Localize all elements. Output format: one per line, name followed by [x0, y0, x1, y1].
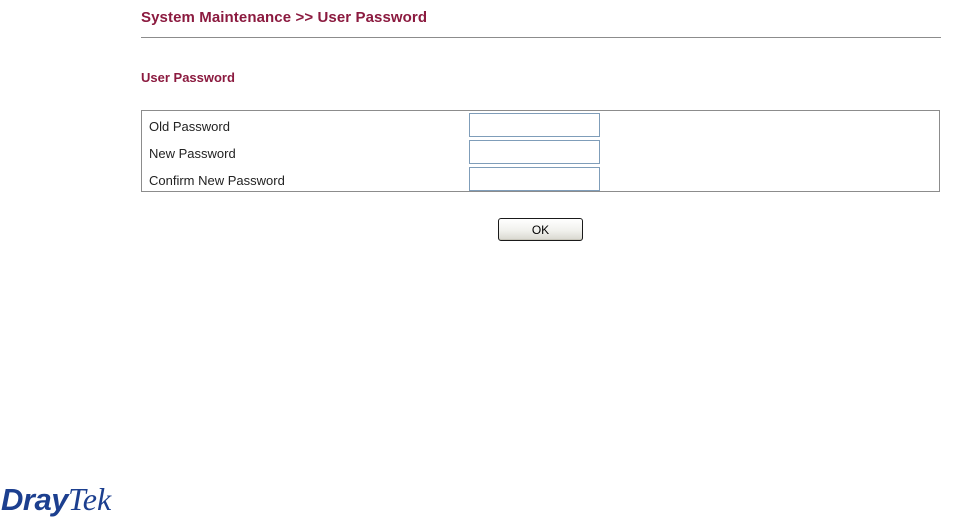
old-password-label: Old Password [149, 119, 230, 134]
section-title: User Password [141, 70, 235, 85]
confirm-password-label: Confirm New Password [149, 173, 285, 188]
confirm-password-row: Confirm New Password [142, 166, 939, 193]
title-divider [141, 37, 941, 38]
page-title: System Maintenance >> User Password [141, 9, 428, 26]
logo-text-tek: Tek [67, 481, 112, 517]
new-password-label: New Password [149, 146, 236, 161]
new-password-input[interactable] [469, 140, 600, 164]
old-password-input[interactable] [469, 113, 600, 137]
draytek-logo: DrayTek [1, 483, 111, 517]
old-password-row: Old Password [142, 112, 939, 139]
confirm-password-input[interactable] [469, 167, 600, 191]
password-form: Old Password New Password Confirm New Pa… [141, 110, 940, 192]
ok-button[interactable]: OK [498, 218, 583, 241]
new-password-row: New Password [142, 139, 939, 166]
logo-text-dray: Dray [1, 482, 68, 517]
